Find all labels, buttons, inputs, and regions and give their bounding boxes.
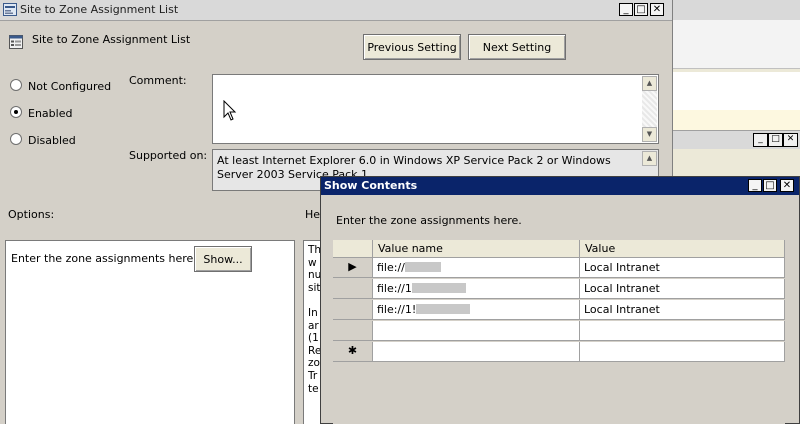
radio-not-configured-label: Not Configured <box>28 80 112 93</box>
row-indicator[interactable] <box>333 321 373 341</box>
radio-enabled[interactable]: Enabled <box>10 106 72 120</box>
close-icon[interactable]: ✕ <box>783 133 798 147</box>
table-row-new[interactable]: ✱ <box>333 342 785 362</box>
background-window-titlebar <box>672 0 800 21</box>
show-contents-instruction: Enter the zone assignments here. <box>336 214 522 227</box>
dialog-title: Site to Zone Assignment List <box>20 3 179 16</box>
column-header-value[interactable]: Value <box>580 240 785 258</box>
options-text: Enter the zone assignments here. <box>11 252 197 265</box>
row-indicator[interactable] <box>333 279 373 299</box>
minimize-button[interactable]: _ <box>619 3 633 16</box>
radio-not-configured[interactable]: Not Configured <box>10 79 111 93</box>
table-row[interactable]: file://1! Local Intranet <box>333 300 785 320</box>
show-contents-titlebar: Show Contents _ □ ✕ <box>321 177 799 195</box>
radio-disabled[interactable]: Disabled <box>10 133 76 147</box>
supported-on-label: Supported on: <box>129 149 208 162</box>
comment-label: Comment: <box>129 74 187 87</box>
show-contents-title: Show Contents <box>324 179 418 192</box>
maximize-icon[interactable]: □ <box>768 133 783 147</box>
scroll-up-icon[interactable]: ▲ <box>642 151 657 166</box>
sc-close-button[interactable]: ✕ <box>780 179 794 192</box>
scroll-down-icon[interactable]: ▼ <box>642 127 657 142</box>
options-panel: Enter the zone assignments here. Show... <box>5 240 295 424</box>
table-row[interactable]: ▶ file:// Local Intranet <box>333 258 785 278</box>
value-name-cell[interactable] <box>373 342 580 362</box>
setting-icon <box>9 35 23 49</box>
policy-icon <box>3 3 17 16</box>
value-cell[interactable]: Local Intranet <box>580 279 785 299</box>
radio-not-configured-control[interactable] <box>10 79 22 91</box>
value-cell[interactable] <box>580 321 785 341</box>
dialog-titlebar: Site to Zone Assignment List _ □ ✕ <box>0 0 672 21</box>
help-label: He <box>305 208 321 221</box>
scroll-up-icon[interactable]: ▲ <box>642 76 657 91</box>
redaction <box>411 283 466 293</box>
value-cell[interactable] <box>580 342 785 362</box>
redaction <box>416 304 471 314</box>
radio-disabled-label: Disabled <box>28 134 76 147</box>
maximize-button[interactable]: □ <box>634 3 648 16</box>
value-name-cell[interactable]: file://1! <box>373 300 580 320</box>
setting-heading: Site to Zone Assignment List <box>32 33 191 46</box>
minimize-icon[interactable]: _ <box>753 133 768 147</box>
radio-enabled-control[interactable] <box>10 106 22 118</box>
row-indicator[interactable]: ▶ <box>333 258 373 278</box>
table-row[interactable]: file://1 Local Intranet <box>333 279 785 299</box>
sc-maximize-button[interactable]: □ <box>763 179 777 192</box>
next-setting-button[interactable]: Next Setting <box>468 34 566 60</box>
new-row-icon[interactable]: ✱ <box>333 342 373 362</box>
sc-minimize-button[interactable]: _ <box>748 179 762 192</box>
redaction <box>404 262 441 272</box>
value-name-cell[interactable]: file://1 <box>373 279 580 299</box>
close-button[interactable]: ✕ <box>650 3 664 16</box>
mouse-cursor-icon <box>223 100 237 121</box>
value-cell[interactable]: Local Intranet <box>580 300 785 320</box>
table-row[interactable] <box>333 321 785 341</box>
background-window-toolbar <box>672 20 800 69</box>
comment-scrollbar[interactable]: ▲ ▼ <box>642 76 657 142</box>
radio-enabled-label: Enabled <box>28 107 73 120</box>
background-window-content <box>672 72 800 110</box>
comment-textarea[interactable]: ▲ ▼ <box>212 74 659 144</box>
value-name-cell[interactable] <box>373 321 580 341</box>
value-name-cell[interactable]: file:// <box>373 258 580 278</box>
grid-header-row: Value name Value <box>333 240 785 258</box>
show-button[interactable]: Show... <box>194 246 252 272</box>
column-header-value-name[interactable]: Value name <box>373 240 580 258</box>
radio-disabled-control[interactable] <box>10 133 22 145</box>
options-label: Options: <box>8 208 55 221</box>
background-window-highlight-row <box>672 110 800 130</box>
previous-setting-button[interactable]: Previous Setting <box>363 34 461 60</box>
row-indicator[interactable] <box>333 300 373 320</box>
grid-corner <box>333 240 373 258</box>
background-window2-titlebar: _ □ ✕ <box>672 130 800 149</box>
value-cell[interactable]: Local Intranet <box>580 258 785 278</box>
